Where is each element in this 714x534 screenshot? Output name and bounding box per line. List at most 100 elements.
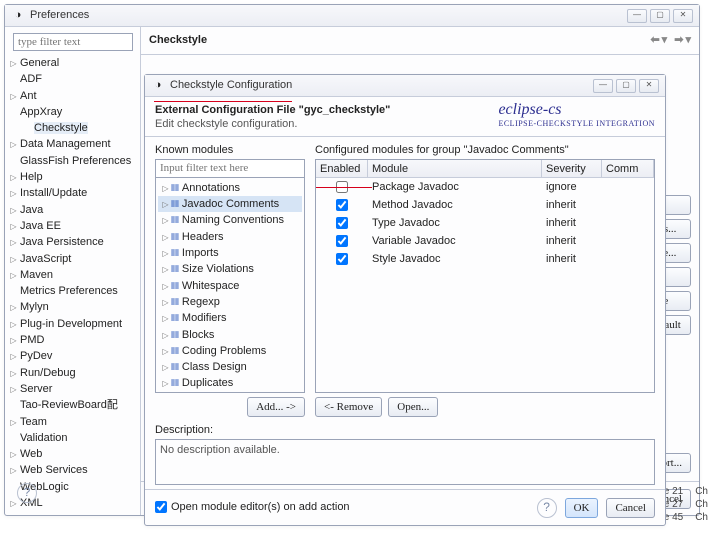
tree-item[interactable]: Metrics Preferences — [7, 283, 138, 299]
row-module: Style Javadoc — [368, 252, 542, 266]
table-row[interactable]: Method Javadocinherit — [316, 196, 654, 214]
known-modules-label: Known modules — [155, 143, 305, 157]
tree-item[interactable]: ▷Data Management — [7, 136, 138, 152]
known-module-item[interactable]: ▷⦀⦀Naming Conventions — [158, 212, 302, 228]
col-comment[interactable]: Comm — [602, 160, 654, 177]
row-severity: ignore — [542, 180, 602, 194]
close-button[interactable]: ✕ — [673, 9, 693, 23]
col-module[interactable]: Module — [368, 160, 542, 177]
known-module-item[interactable]: ▷⦀⦀Class Design — [158, 359, 302, 375]
col-severity[interactable]: Severity — [542, 160, 602, 177]
tree-item[interactable]: AppXray — [7, 104, 138, 120]
known-module-item[interactable]: ▷⦀⦀Metrics — [158, 392, 302, 393]
add-button[interactable]: Add... -> — [247, 397, 305, 417]
tree-item[interactable]: ▷Java EE — [7, 218, 138, 234]
back-icon[interactable]: ⬅ — [650, 33, 659, 47]
cancel-button[interactable]: Cancel — [606, 498, 655, 518]
maximize-button[interactable]: ▢ — [616, 79, 636, 93]
tree-item[interactable]: ▷JavaScript — [7, 251, 138, 267]
known-module-item[interactable]: ▷⦀⦀Annotations — [158, 180, 302, 196]
tree-item[interactable]: ▷PMD — [7, 332, 138, 348]
known-filter-input[interactable] — [155, 159, 305, 177]
known-module-item[interactable]: ▷⦀⦀Regexp — [158, 294, 302, 310]
tree-item[interactable]: ▷Team — [7, 414, 138, 430]
known-module-item[interactable]: ▷⦀⦀Coding Problems — [158, 343, 302, 359]
minimize-button[interactable]: — — [627, 9, 647, 23]
tree-item[interactable]: ▷Web — [7, 446, 138, 462]
open-editor-checkbox[interactable]: Open module editor(s) on add action — [155, 500, 350, 514]
tree-item[interactable]: ▷Ant — [7, 88, 138, 104]
known-module-item[interactable]: ▷⦀⦀Blocks — [158, 327, 302, 343]
tree-item[interactable]: ▷Server — [7, 381, 138, 397]
annotation-underline — [316, 187, 372, 188]
open-editor-checkbox-label: Open module editor(s) on add action — [171, 500, 350, 514]
row-enabled-checkbox[interactable] — [336, 235, 348, 247]
open-button[interactable]: Open... — [388, 397, 438, 417]
tree-item[interactable]: ▷Java Persistence — [7, 234, 138, 250]
tree-item[interactable]: ▷Plug-in Development — [7, 316, 138, 332]
tree-item[interactable]: ▷Web Services — [7, 462, 138, 478]
section-header: Checkstyle ⬅ ▾ ➡ ▾ — [141, 27, 699, 55]
tree-item[interactable]: GlassFish Preferences — [7, 153, 138, 169]
forward-icon[interactable]: ➡ — [674, 33, 683, 47]
minimize-button[interactable]: — — [593, 79, 613, 93]
tree-filter-input[interactable] — [13, 33, 133, 51]
known-module-item[interactable]: ▷⦀⦀Duplicates — [158, 375, 302, 391]
eclipse-icon: ◑ — [11, 9, 25, 23]
ok-button[interactable]: OK — [565, 498, 599, 518]
preferences-title: Preferences — [30, 8, 622, 22]
close-button[interactable]: ✕ — [639, 79, 659, 93]
row-severity: inherit — [542, 234, 602, 248]
table-row[interactable]: Style Javadocinherit — [316, 250, 654, 268]
tree-item[interactable]: ▷Help — [7, 169, 138, 185]
annotation-underline — [154, 101, 292, 102]
row-module: Package Javadoc — [368, 180, 542, 194]
row-severity: inherit — [542, 252, 602, 266]
row-enabled-checkbox[interactable] — [336, 253, 348, 265]
description-box: No description available. — [155, 439, 655, 485]
tree-item[interactable]: ▷General — [7, 55, 138, 71]
checkstyle-title: Checkstyle Configuration — [170, 78, 588, 92]
row-enabled-checkbox[interactable] — [336, 217, 348, 229]
configured-modules-table[interactable]: Enabled Module Severity Comm Package Jav… — [315, 159, 655, 393]
known-module-item[interactable]: ▷⦀⦀Javadoc Comments — [158, 196, 302, 212]
tree-item[interactable]: ▷Java — [7, 202, 138, 218]
col-enabled[interactable]: Enabled — [316, 160, 368, 177]
configured-modules-label: Configured modules for group "Javadoc Co… — [315, 143, 655, 157]
table-row[interactable]: Type Javadocinherit — [316, 214, 654, 232]
known-module-item[interactable]: ▷⦀⦀Modifiers — [158, 310, 302, 326]
description-label: Description: — [155, 423, 655, 437]
eclipse-icon: ◑ — [151, 79, 165, 93]
table-row[interactable]: Variable Javadocinherit — [316, 232, 654, 250]
tree-item[interactable]: ▷Mylyn — [7, 299, 138, 315]
tree-item[interactable]: ▷Run/Debug — [7, 365, 138, 381]
row-module: Type Javadoc — [368, 216, 542, 230]
maximize-button[interactable]: ▢ — [650, 9, 670, 23]
remove-button[interactable]: <- Remove — [315, 397, 382, 417]
tree-item[interactable]: ▷Install/Update — [7, 185, 138, 201]
row-severity: inherit — [542, 216, 602, 230]
known-modules-list[interactable]: ▷⦀⦀Annotations▷⦀⦀Javadoc Comments▷⦀⦀Nami… — [155, 177, 305, 393]
tree-item[interactable]: ▷Maven — [7, 267, 138, 283]
row-severity: inherit — [542, 198, 602, 212]
eclipse-cs-logo: eclipse-csECLIPSE-CHECKSTYLE INTEGRATION — [498, 101, 655, 128]
tree-item[interactable]: ▷PyDev — [7, 348, 138, 364]
tree-item[interactable]: Checkstyle — [7, 120, 138, 136]
known-module-item[interactable]: ▷⦀⦀Size Violations — [158, 261, 302, 277]
tree-item[interactable]: Tao-ReviewBoard配 — [7, 397, 138, 413]
help-icon[interactable]: ? — [17, 483, 37, 503]
help-icon[interactable]: ? — [537, 498, 557, 518]
known-module-item[interactable]: ▷⦀⦀Whitespace — [158, 278, 302, 294]
checkstyle-titlebar[interactable]: ◑ Checkstyle Configuration — ▢ ✕ — [145, 75, 665, 97]
known-module-item[interactable]: ▷⦀⦀Imports — [158, 245, 302, 261]
row-enabled-checkbox[interactable] — [336, 199, 348, 211]
row-module: Variable Javadoc — [368, 234, 542, 248]
open-editor-checkbox-input[interactable] — [155, 501, 167, 513]
preferences-tree[interactable]: ▷GeneralADF▷AntAppXrayCheckstyle▷Data Ma… — [5, 27, 141, 515]
row-module: Method Javadoc — [368, 198, 542, 212]
preferences-titlebar[interactable]: ◑ Preferences — ▢ ✕ — [5, 5, 699, 27]
config-name: External Configuration File "gyc_checkst… — [155, 104, 390, 116]
tree-item[interactable]: ADF — [7, 71, 138, 87]
tree-item[interactable]: Validation — [7, 430, 138, 446]
known-module-item[interactable]: ▷⦀⦀Headers — [158, 229, 302, 245]
